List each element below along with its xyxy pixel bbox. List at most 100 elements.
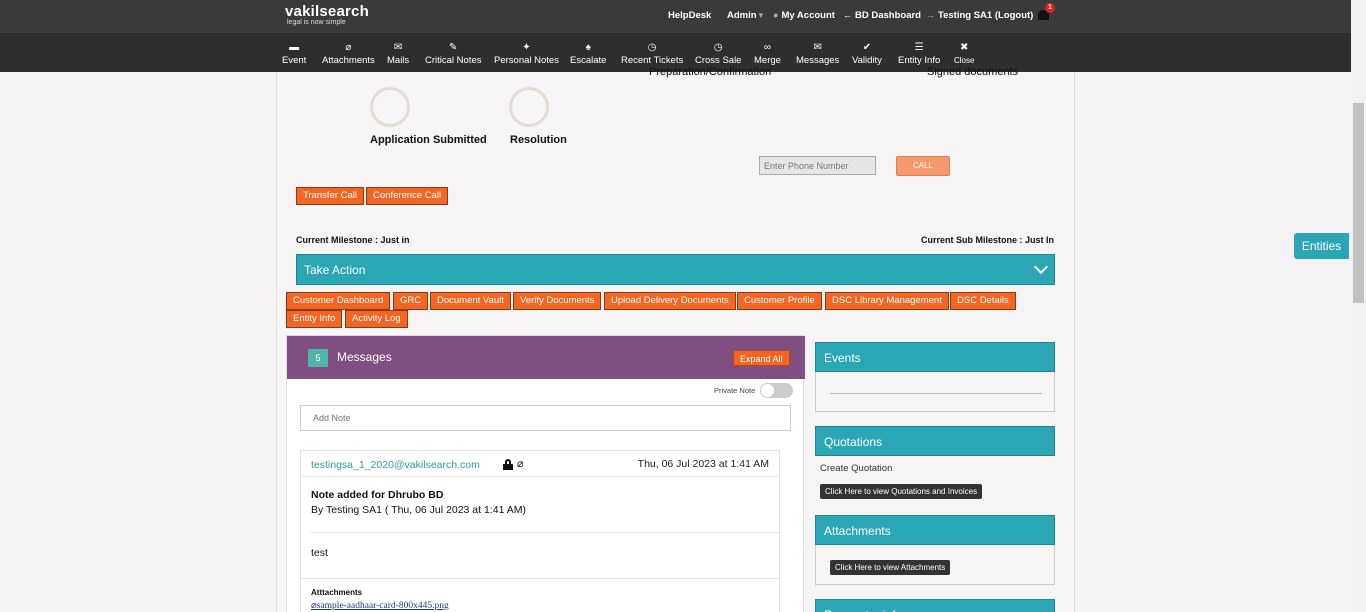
list-icon: ☰ [914,42,924,53]
attachments-label: Atttachments [311,588,363,597]
calendar-icon: ▬ [289,42,300,53]
note-title: Note added for Dhrubo BD [311,489,444,501]
ticket-container: Preparation/Confirmation Signed document… [276,66,1075,612]
activity-log-button[interactable]: Activity Log [345,310,408,328]
scrollbar-thumb[interactable] [1353,103,1364,303]
private-note-label: Private Note [714,386,756,395]
entities-tab[interactable]: Entities [1294,233,1349,259]
attachments-title: Attachments [815,515,1055,545]
take-action-label: Take Action [304,263,366,277]
my-account-link[interactable]: ● My Account [773,10,835,21]
conference-call-button[interactable]: Conference Call [366,187,449,205]
toolbar-messages[interactable]: ✉ Messages [796,42,839,67]
view-attachments-button[interactable]: Click Here to view Attachments [830,560,951,575]
upload-delivery-documents-button[interactable]: Upload Delivery Documents [604,292,736,310]
arrow-right-icon: → [926,10,935,20]
logout-link[interactable]: → Testing SA1 (Logout) [926,10,1033,21]
top-header: vakilsearch legal is now simple HelpDesk… [0,0,1351,33]
events-panel: Events [815,342,1055,412]
attachment-filename: sample-aadhaar-card-800x445.png [316,601,449,611]
note-author: By Testing SA1 ( Thu, 06 Jul 2023 at 1:4… [311,504,526,516]
arrow-left-icon: ← [843,10,852,20]
dsc-library-management-button[interactable]: DSC Library Management [825,292,949,310]
milestone-circle [509,87,549,127]
caret-down-icon: ▾ [758,10,764,20]
messages-header: 5 Messages Expand All [287,336,805,379]
call-button[interactable]: CALL [896,156,950,176]
divider [311,532,779,533]
quotations-panel: Quotations Create Quotation Click Here t… [815,426,1055,504]
toolbar-escalate[interactable]: ♠ Escalate [570,42,606,67]
toolbar-merge[interactable]: ∞ Merge [754,42,781,67]
document-vault-button[interactable]: Document Vault [430,292,511,310]
milestone-label-cut-right: Signed documents [927,66,1019,78]
message-sender-email[interactable]: testingsa_1_2020@vakilsearch.com [311,459,480,471]
milestone-circle [370,87,410,127]
entity-info-button[interactable]: Entity Info [286,310,343,328]
attachment-link[interactable]: ⌀sample-aadhaar-card-800x445.png [311,600,449,611]
transfer-call-button[interactable]: Transfer Call [296,187,365,205]
notification-bell[interactable]: 1 [1037,3,1055,22]
toolbar-recent-tickets[interactable]: ◷ Recent Tickets [621,42,683,67]
fire-icon: ♠ [585,42,591,53]
toolbar-label: Mails [387,55,410,66]
page-scrollbar[interactable] [1351,0,1366,612]
customer-dashboard-button[interactable]: Customer Dashboard [286,292,391,310]
toolbar-label: Escalate [570,55,607,66]
attachments-panel: Attachments Click Here to view Attachmen… [815,515,1055,585]
requester-info-title: Requester info [815,599,1055,612]
message-item: testingsa_1_2020@vakilsearch.com ⌀ Thu, … [300,450,780,612]
milestone-resolution: Resolution [510,134,567,146]
create-quotation-link[interactable]: Create Quotation [820,463,892,474]
verify-documents-button[interactable]: Verify Documents [513,292,602,310]
bd-dashboard-link[interactable]: ← BD Dashboard [843,10,921,21]
toolbar-entity-info[interactable]: ☰ Entity Info [898,42,940,67]
toolbar-personal-notes[interactable]: ✦ Personal Notes [494,42,559,67]
quotations-title: Quotations [815,426,1055,456]
customer-profile-button[interactable]: Customer Profile [737,292,822,310]
current-sub-milestone: Current Sub Milestone : Just In [920,235,1054,245]
toolbar-event[interactable]: ▬ Event [282,42,306,67]
toolbar-label: Critical Notes [425,55,482,66]
expand-all-button[interactable]: Expand All [733,350,790,366]
view-quotations-button[interactable]: Click Here to view Quotations and Invoic… [820,484,983,499]
envelope-icon: ✉ [393,42,403,53]
check-icon: ✔ [862,42,872,53]
toolbar-cross-sale[interactable]: ◷ Cross Sale [695,42,741,67]
bd-dashboard-label: BD Dashboard [855,10,921,21]
toolbar-critical-notes[interactable]: ✎ Critical Notes [425,42,482,67]
my-account-label: My Account [781,10,835,21]
chevron-down-icon [1033,259,1049,275]
toolbar-attachments[interactable]: ⌀ Attachments [322,42,375,67]
events-title: Events [815,342,1055,372]
toolbar-label: Personal Notes [494,55,559,66]
toggle-knob [761,384,774,397]
dsc-details-button[interactable]: DSC Details [950,292,1016,310]
paperclip-icon: ⌀ [345,42,352,53]
toolbar-label: Validity [852,55,882,66]
toolbar-validity[interactable]: ✔ Validity [852,42,882,67]
divider [301,578,779,579]
pencil-icon: ✎ [449,42,458,53]
pin-icon: ✦ [522,42,531,53]
note-body: test [311,547,328,559]
take-action-dropdown[interactable]: Take Action [296,254,1055,285]
toolbar-close[interactable]: ✖ Close [954,42,974,67]
milestone-label-cut: Preparation/Confirmation [649,66,772,78]
toolbar-label: Event [282,55,307,66]
toolbar-label: Messages [796,55,840,66]
admin-menu[interactable]: Admin ▾ [727,10,766,21]
header-links: HelpDesk Admin ▾ ● My Account ← BD Dashboar… [0,0,1351,33]
envelope-icon: ✉ [813,42,822,53]
grc-button[interactable]: GRC [393,292,429,310]
private-note-toggle[interactable] [760,383,793,398]
add-note-input[interactable] [300,405,791,431]
admin-label: Admin [727,10,757,21]
link-icon: ∞ [763,42,772,53]
divider [301,476,779,477]
helpdesk-link[interactable]: HelpDesk [668,10,711,21]
current-milestone: Current Milestone : Just in [296,235,410,245]
toolbar-mails[interactable]: ✉ Mails [387,42,409,67]
phone-number-input[interactable] [759,156,876,175]
messages-title: Messages [337,350,392,364]
